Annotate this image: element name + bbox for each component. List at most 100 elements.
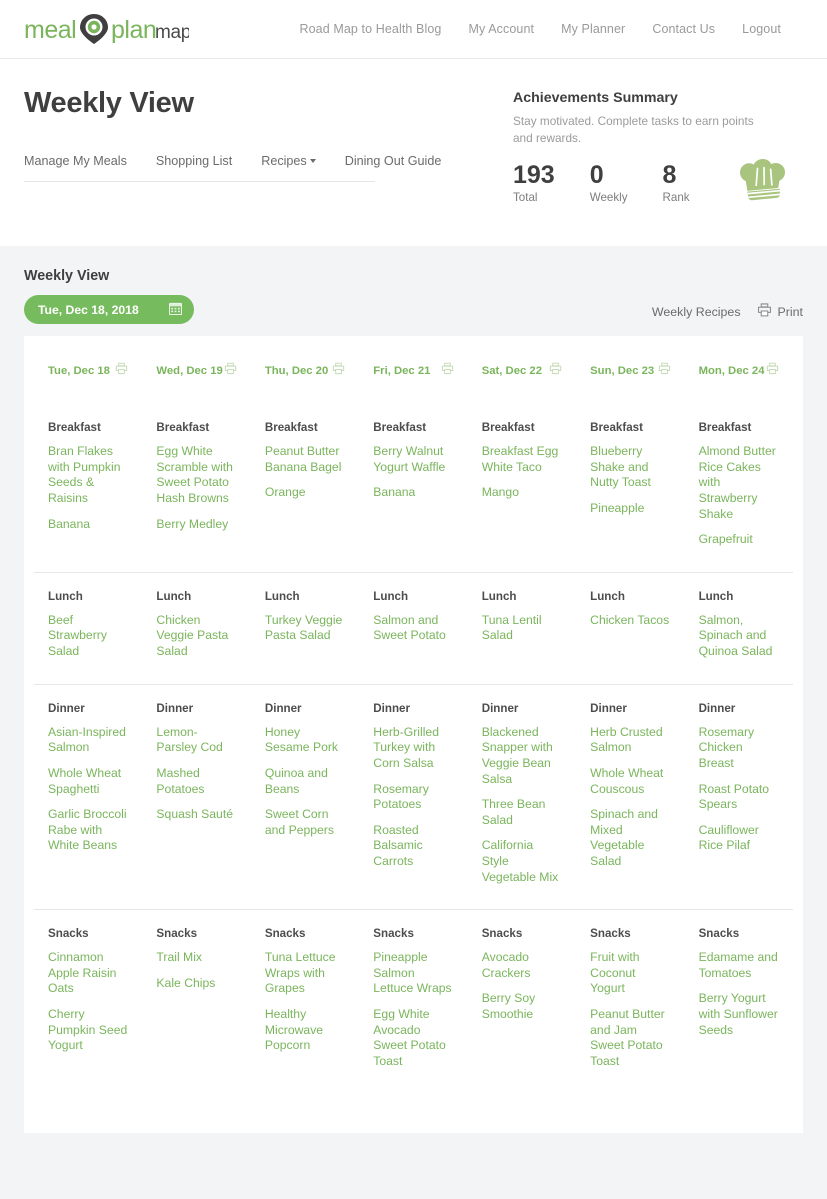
meal-item[interactable]: Roast Potato Spears bbox=[699, 782, 779, 813]
subnav-recipes[interactable]: Recipes bbox=[261, 154, 316, 168]
meal-item[interactable]: Spinach and Mixed Vegetable Salad bbox=[590, 807, 670, 869]
meal-item[interactable]: Herb Crusted Salmon bbox=[590, 725, 670, 756]
meal-item[interactable]: Turkey Veggie Pasta Salad bbox=[265, 613, 345, 644]
meal-item[interactable]: Rosemary Potatoes bbox=[373, 782, 453, 813]
meal-item[interactable]: Trail Mix bbox=[156, 950, 236, 966]
weekly-recipes-link[interactable]: Weekly Recipes bbox=[652, 305, 741, 319]
nav-logout[interactable]: Logout bbox=[742, 22, 781, 36]
meal-item[interactable]: Tuna Lettuce Wraps with Grapes bbox=[265, 950, 345, 997]
meal-plan-map-logo[interactable]: meal plan map bbox=[24, 9, 189, 49]
meal-item[interactable]: Whole Wheat Spaghetti bbox=[48, 766, 128, 797]
day-label: Sun, Dec 23 bbox=[590, 365, 655, 378]
meal-item[interactable]: Healthy Microwave Popcorn bbox=[265, 1007, 345, 1054]
meal-item[interactable]: Herb-Grilled Turkey with Corn Salsa bbox=[373, 725, 453, 772]
nav-road-map-to-health-blog[interactable]: Road Map to Health Blog bbox=[299, 22, 441, 36]
meal-item-list: Egg White Scramble with Sweet Potato Has… bbox=[156, 444, 236, 532]
subnav-manage-my-meals-label: Manage My Meals bbox=[24, 154, 127, 168]
meal-item[interactable]: Cauliflower Rice Pilaf bbox=[699, 823, 779, 854]
meal-item[interactable]: Pineapple bbox=[590, 501, 670, 517]
meal-cell: Dinner Herb Crusted Salmon Whole Wheat Cou… bbox=[576, 685, 684, 909]
day-label: Mon, Dec 24 bbox=[698, 365, 765, 378]
meal-item[interactable]: Blackened Snapper with Veggie Bean Salsa bbox=[482, 725, 562, 787]
meal-item[interactable]: Mashed Potatoes bbox=[156, 766, 236, 797]
date-picker-button[interactable]: Tue, Dec 18, 2018 bbox=[24, 295, 194, 325]
subnav-dining-out-guide[interactable]: Dining Out Guide bbox=[345, 154, 442, 168]
nav-my-planner[interactable]: My Planner bbox=[561, 22, 625, 36]
meal-cell: Dinner Herb-Grilled Turkey with Corn Sals… bbox=[359, 685, 467, 909]
nav-contact-us[interactable]: Contact Us bbox=[652, 22, 715, 36]
meal-item[interactable]: Berry Soy Smoothie bbox=[482, 991, 562, 1022]
meal-label: Lunch bbox=[48, 589, 83, 603]
meal-item[interactable]: Egg White Scramble with Sweet Potato Has… bbox=[156, 444, 236, 506]
meal-item[interactable]: Blueberry Shake and Nutty Toast bbox=[590, 444, 670, 491]
meal-item[interactable]: Bran Flakes with Pumpkin Seeds & Raisins bbox=[48, 444, 128, 506]
meal-item[interactable]: Berry Yogurt with Sunflower Seeds bbox=[699, 991, 779, 1038]
subnav-shopping-list[interactable]: Shopping List bbox=[156, 154, 232, 168]
meal-item[interactable]: Honey Sesame Pork bbox=[265, 725, 345, 756]
meal-item[interactable]: Three Bean Salad bbox=[482, 797, 562, 828]
printer-icon[interactable] bbox=[332, 362, 345, 380]
meal-item[interactable]: Peanut Butter and Jam Sweet Potato Toast bbox=[590, 1007, 670, 1069]
meal-item[interactable]: Pineapple Salmon Lettuce Wraps bbox=[373, 950, 453, 997]
day-header-tue-dec-18: Tue, Dec 18 bbox=[34, 336, 142, 404]
meal-item-list: Rosemary Chicken Breast Roast Potato Spea… bbox=[699, 725, 779, 854]
meal-item[interactable]: Beef Strawberry Salad bbox=[48, 613, 128, 660]
meal-item[interactable]: Chicken Veggie Pasta Salad bbox=[156, 613, 236, 660]
meal-item[interactable]: Berry Medley bbox=[156, 517, 236, 533]
print-link[interactable]: Print bbox=[757, 303, 803, 320]
meal-label: Lunch bbox=[698, 589, 734, 603]
meal-item[interactable]: Tuna Lentil Salad bbox=[482, 613, 562, 644]
meal-item[interactable]: Squash Sauté bbox=[156, 807, 236, 823]
meal-item[interactable]: Mango bbox=[482, 485, 562, 501]
meal-item[interactable]: Salmon, Spinach and Quinoa Salad bbox=[699, 613, 779, 660]
meal-item[interactable]: Berry Walnut Yogurt Waffle bbox=[373, 444, 453, 475]
stat-rank-label: Rank bbox=[662, 191, 690, 205]
printer-icon[interactable] bbox=[115, 362, 128, 380]
meal-item[interactable]: Egg White Avocado Sweet Potato Toast bbox=[373, 1007, 453, 1069]
meal-item[interactable]: Rosemary Chicken Breast bbox=[699, 725, 779, 772]
meal-item[interactable]: Breakfast Egg White Taco bbox=[482, 444, 562, 475]
meal-item[interactable]: Edamame and Tomatoes bbox=[699, 950, 779, 981]
meal-item[interactable]: Banana bbox=[48, 517, 128, 533]
meal-item[interactable]: Garlic Broccoli Rabe with White Beans bbox=[48, 807, 128, 854]
meal-cell: Lunch Beef Strawberry Salad bbox=[34, 573, 142, 684]
meal-item[interactable]: Almond Butter Rice Cakes with Strawberry… bbox=[699, 444, 779, 522]
meal-item[interactable]: Asian-Inspired Salmon bbox=[48, 725, 128, 756]
achievements-stats: 193 Total 0 Weekly 8 Rank bbox=[513, 159, 803, 213]
meal-item[interactable]: Kale Chips bbox=[156, 976, 236, 992]
meal-item[interactable]: Peanut Butter Banana Bagel bbox=[265, 444, 345, 475]
meal-item-list: Tuna Lettuce Wraps with Grapes Healthy Mi… bbox=[265, 950, 345, 1054]
printer-icon[interactable] bbox=[658, 362, 671, 380]
meal-item[interactable]: Grapefruit bbox=[699, 532, 779, 548]
meal-item[interactable]: Whole Wheat Couscous bbox=[590, 766, 670, 797]
printer-icon[interactable] bbox=[441, 362, 454, 380]
meal-label: Lunch bbox=[264, 589, 300, 603]
meal-item[interactable]: Quinoa and Beans bbox=[265, 766, 345, 797]
meal-item[interactable]: Cherry Pumpkin Seed Yogurt bbox=[48, 1007, 128, 1054]
printer-icon[interactable] bbox=[549, 362, 562, 380]
meal-item[interactable]: Lemon-Parsley Cod bbox=[156, 725, 236, 756]
meal-item[interactable]: Cinnamon Apple Raisin Oats bbox=[48, 950, 128, 997]
stat-rank: 8 Rank bbox=[662, 162, 690, 205]
printer-icon[interactable] bbox=[766, 362, 779, 380]
meal-label: Dinner bbox=[590, 701, 627, 715]
nav-my-account[interactable]: My Account bbox=[468, 22, 534, 36]
meal-item[interactable]: California Style Vegetable Mix bbox=[482, 838, 562, 885]
achievements-title: Achievements Summary bbox=[513, 90, 678, 106]
day-header-row: Tue, Dec 18 Wed, Dec 19 Thu, Dec 20 Fri,… bbox=[34, 336, 793, 404]
meal-item-list: Fruit with Coconut Yogurt Peanut Butter a… bbox=[590, 950, 670, 1069]
subnav-manage-my-meals[interactable]: Manage My Meals bbox=[24, 154, 127, 168]
meal-item[interactable]: Roasted Balsamic Carrots bbox=[373, 823, 453, 870]
meal-item[interactable]: Chicken Tacos bbox=[590, 613, 670, 629]
meal-item[interactable]: Avocado Crackers bbox=[482, 950, 562, 981]
weekly-calendar: Tue, Dec 18 Wed, Dec 19 Thu, Dec 20 Fri,… bbox=[24, 336, 803, 1134]
print-label: Print bbox=[777, 304, 803, 319]
meal-label: Snacks bbox=[156, 927, 198, 941]
meal-item[interactable]: Sweet Corn and Peppers bbox=[265, 807, 345, 838]
meal-label: Snacks bbox=[590, 927, 631, 941]
printer-icon[interactable] bbox=[224, 362, 237, 380]
meal-item[interactable]: Banana bbox=[373, 485, 453, 501]
meal-item[interactable]: Fruit with Coconut Yogurt bbox=[590, 950, 670, 997]
meal-item[interactable]: Salmon and Sweet Potato bbox=[373, 613, 453, 644]
meal-item[interactable]: Orange bbox=[265, 485, 345, 501]
